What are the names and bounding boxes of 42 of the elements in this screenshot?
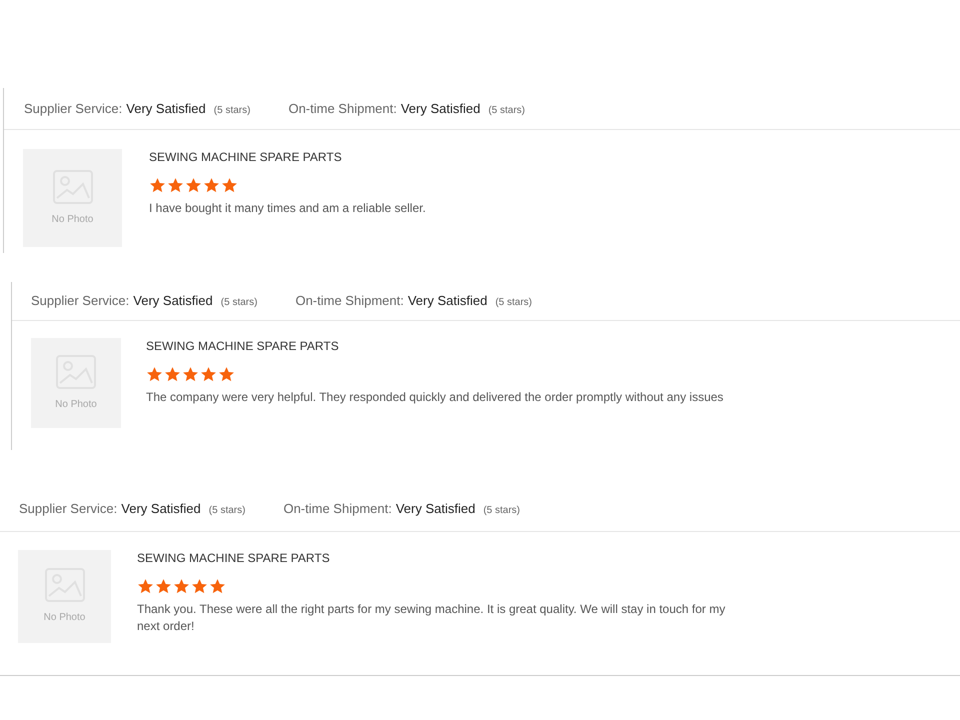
rating-label: Supplier Service: [24, 100, 122, 118]
rating-stars-count: (5 stars) [214, 104, 250, 118]
review-text: The company were very helpful. They responded quickly and delivered the order promptly without any issues [146, 389, 724, 406]
rating-value: Very Satisfied [400, 100, 480, 118]
rating-value: Very Satisfied [121, 500, 201, 518]
star-icon [167, 177, 184, 194]
star-icon [173, 578, 190, 595]
star-icon [137, 578, 154, 595]
product-title: SEWING MACHINE SPARE PARTS [137, 550, 331, 566]
rating-value: Very Satisfied [126, 100, 206, 118]
star-icon [182, 366, 199, 383]
rating-stars-count: (5 stars) [488, 104, 525, 118]
star-icon [191, 578, 208, 595]
star-icon [185, 177, 202, 194]
no-photo-label: No Photo [55, 398, 97, 412]
no-photo-label: No Photo [52, 212, 94, 226]
product-title: SEWING MACHINE SPARE PARTS [146, 338, 340, 354]
rating-value: Very Satisfied [396, 500, 476, 518]
product-title: SEWING MACHINE SPARE PARTS [149, 149, 343, 165]
star-icon [221, 177, 238, 194]
star-icon [218, 366, 235, 383]
star-icon [146, 366, 163, 383]
star-icon [155, 578, 172, 595]
rating-stars-count: (5 stars) [495, 296, 532, 310]
star-icon [209, 578, 226, 595]
review-text: Thank you. These were all the right parts for my sewing machine. It is great quality. We will stay in touch for my next order! [137, 601, 726, 635]
star-icon [203, 177, 220, 194]
star-icon [149, 177, 166, 194]
rating-label: Supplier Service: [19, 500, 118, 518]
rating-stars-count: (5 stars) [483, 504, 520, 518]
rating-stars-count: (5 stars) [220, 296, 258, 310]
rating-value: Very Satisfied [133, 292, 213, 310]
review-text: I have bought it many times and am a reliable seller. [149, 200, 427, 217]
rating-value: Very Satisfied [408, 292, 488, 310]
rating-label: On-time Shipment: [283, 500, 392, 518]
no-photo-label: No Photo [44, 611, 86, 625]
rating-label: Supplier Service: [31, 292, 130, 310]
star-icon [164, 366, 181, 383]
rating-stars-count: (5 stars) [208, 504, 246, 518]
star-icon [200, 366, 217, 383]
rating-label: On-time Shipment: [295, 292, 404, 310]
rating-label: On-time Shipment: [288, 100, 397, 118]
